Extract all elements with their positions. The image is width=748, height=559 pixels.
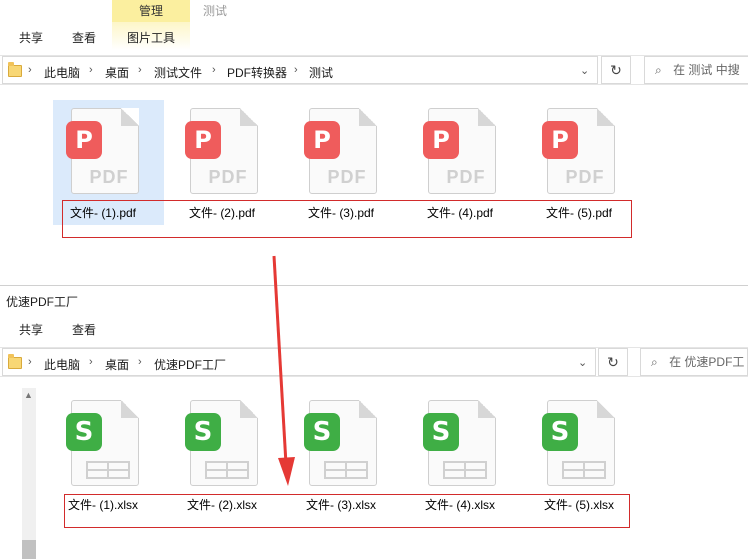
breadcrumb-yousu-pdf[interactable]: 优速PDF工厂 xyxy=(154,356,226,373)
chevron-down-icon[interactable]: ⌄ xyxy=(578,356,587,369)
search-icon: ⌕ xyxy=(655,63,662,77)
pdf-logo-icon: P xyxy=(542,121,578,159)
search-box[interactable]: ⌕ 在 优速PDF工 xyxy=(640,348,748,376)
file-item[interactable]: S 文件- (4).xlsx xyxy=(410,392,510,512)
breadcrumb-desktop[interactable]: 桌面 xyxy=(105,64,129,81)
xlsx-file-icon: S xyxy=(304,400,377,486)
breadcrumb-this-pc[interactable]: 此电脑 xyxy=(44,356,80,373)
xlsx-logo-icon: S xyxy=(185,413,221,451)
chevron-down-icon[interactable]: ⌄ xyxy=(580,64,589,77)
spreadsheet-grid-icon xyxy=(562,461,606,479)
file-item[interactable]: S 文件- (5).xlsx xyxy=(529,392,629,512)
window-title: 优速PDF工厂 xyxy=(6,295,79,309)
search-icon: ⌕ xyxy=(651,355,658,369)
breadcrumb-test[interactable]: 测试 xyxy=(309,64,333,81)
pdf-logo-icon: P xyxy=(66,121,102,159)
breadcrumb-this-pc[interactable]: 此电脑 xyxy=(44,64,80,81)
chevron-right-icon[interactable]: › xyxy=(138,64,142,76)
xlsx-file-icon: S xyxy=(542,400,615,486)
search-box[interactable]: ⌕ 在 测试 中搜 xyxy=(644,56,748,84)
pdf-logo-icon: P xyxy=(423,121,459,159)
pdf-watermark: PDF xyxy=(89,167,129,187)
refresh-icon[interactable]: ↻ xyxy=(598,348,628,376)
breadcrumb-pdf-converter[interactable]: PDF转换器 xyxy=(227,64,287,81)
pdf-watermark: PDF xyxy=(208,167,248,187)
search-placeholder: 在 测试 中搜 xyxy=(673,63,740,77)
chevron-right-icon[interactable]: › xyxy=(138,356,142,368)
refresh-icon[interactable]: ↻ xyxy=(601,56,631,84)
folder-icon xyxy=(8,354,22,369)
xlsx-file-icon: S xyxy=(423,400,496,486)
arrow-down-icon xyxy=(272,255,295,486)
scrollbar[interactable] xyxy=(22,388,36,559)
tab-share[interactable]: 共享 xyxy=(19,29,43,46)
pdf-logo-icon: P xyxy=(185,121,221,159)
pdf-file-icon: P PDF xyxy=(423,108,496,194)
xlsx-logo-icon: S xyxy=(66,413,102,451)
scroll-thumb[interactable] xyxy=(22,540,36,559)
chevron-right-icon: › xyxy=(28,356,32,368)
highlight-box-pdf xyxy=(62,200,632,238)
file-item[interactable]: S 文件- (3).xlsx xyxy=(291,392,391,512)
chevron-right-icon: › xyxy=(28,64,32,76)
chevron-right-icon[interactable]: › xyxy=(89,64,93,76)
chevron-right-icon[interactable]: › xyxy=(294,64,298,76)
spreadsheet-grid-icon xyxy=(324,461,368,479)
folder-icon xyxy=(8,62,22,77)
xlsx-file-icon: S xyxy=(185,400,258,486)
pdf-file-icon: P PDF xyxy=(66,108,139,194)
spreadsheet-grid-icon xyxy=(443,461,487,479)
tab-view[interactable]: 查看 xyxy=(72,321,96,338)
spreadsheet-grid-icon xyxy=(86,461,130,479)
spreadsheet-grid-icon xyxy=(205,461,249,479)
pdf-watermark: PDF xyxy=(446,167,486,187)
search-placeholder: 在 优速PDF工 xyxy=(669,355,745,369)
pdf-file-icon: P PDF xyxy=(542,108,615,194)
highlight-box-xlsx xyxy=(64,494,630,528)
scroll-up-icon[interactable]: ▲ xyxy=(24,390,33,400)
chevron-right-icon[interactable]: › xyxy=(212,64,216,76)
file-item[interactable]: S 文件- (2).xlsx xyxy=(172,392,272,512)
tab-view[interactable]: 查看 xyxy=(72,29,96,46)
pdf-file-icon: P PDF xyxy=(185,108,258,194)
xlsx-file-icon: S xyxy=(66,400,139,486)
breadcrumb-test-files[interactable]: 测试文件 xyxy=(154,64,202,81)
tab-share[interactable]: 共享 xyxy=(19,321,43,338)
chevron-right-icon[interactable]: › xyxy=(89,356,93,368)
xlsx-logo-icon: S xyxy=(304,413,340,451)
xlsx-logo-icon: S xyxy=(423,413,459,451)
pdf-watermark: PDF xyxy=(565,167,605,187)
breadcrumb-desktop[interactable]: 桌面 xyxy=(105,356,129,373)
file-item[interactable]: S 文件- (1).xlsx xyxy=(53,392,153,512)
xlsx-logo-icon: S xyxy=(542,413,578,451)
tab-picture-tools[interactable]: 图片工具 xyxy=(127,29,175,46)
pdf-watermark: PDF xyxy=(327,167,367,187)
pdf-logo-icon: P xyxy=(304,121,340,159)
window-title: 测试 xyxy=(203,4,228,18)
pdf-file-icon: P PDF xyxy=(304,108,377,194)
tab-manage[interactable]: 管理 xyxy=(112,0,190,22)
